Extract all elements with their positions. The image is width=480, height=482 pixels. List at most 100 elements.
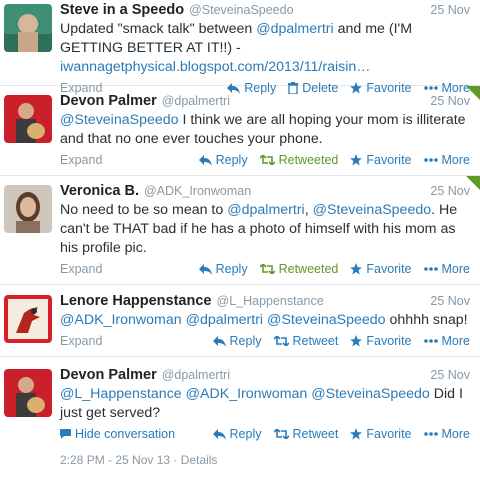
- more-button[interactable]: More: [423, 262, 470, 276]
- favorite-button[interactable]: Favorite: [350, 427, 412, 441]
- expand-link[interactable]: Expand: [60, 153, 102, 167]
- avatar[interactable]: [4, 185, 52, 233]
- author-handle[interactable]: @dpalmertri: [162, 94, 230, 108]
- reply-icon: [198, 263, 212, 275]
- expand-link[interactable]: Expand: [60, 334, 102, 348]
- hide-conversation-link[interactable]: Hide conversation: [60, 427, 175, 441]
- more-label: More: [441, 427, 470, 441]
- tweet-details-timestamp[interactable]: 2:28 PM - 25 Nov 13 · Details: [0, 447, 480, 467]
- mention-link[interactable]: @SteveinaSpeedo: [60, 112, 179, 128]
- timestamp[interactable]: 25 Nov: [430, 184, 470, 198]
- more-label: More: [441, 334, 470, 348]
- retweeted-label: Retweeted: [278, 262, 339, 276]
- reply-label: Reply: [229, 334, 262, 348]
- favorite-button[interactable]: Favorite: [350, 153, 412, 167]
- tweet[interactable]: Lenore Happenstance @L_Happenstance 25 N…: [0, 285, 480, 357]
- reply-button[interactable]: Reply: [212, 427, 262, 441]
- more-dots-icon: [423, 432, 438, 436]
- author-handle[interactable]: @L_Happenstance: [217, 294, 324, 308]
- mention-link[interactable]: @SteveinaSpeedo: [311, 386, 430, 402]
- retweet-icon: [273, 429, 289, 439]
- tweet[interactable]: Veronica B. @ADK_Ironwoman 25 Nov No nee…: [0, 176, 480, 285]
- avatar[interactable]: [4, 95, 52, 143]
- more-dots-icon: [423, 339, 438, 343]
- timestamp[interactable]: 25 Nov: [430, 294, 470, 308]
- tweet[interactable]: Devon Palmer @dpalmertri 25 Nov @L_Happe…: [0, 357, 480, 447]
- expand-link[interactable]: Expand: [60, 262, 102, 276]
- more-dots-icon: [423, 267, 438, 271]
- text: Updated "smack talk" between: [60, 21, 257, 37]
- star-icon: [350, 263, 363, 275]
- reply-button[interactable]: Reply: [198, 262, 248, 276]
- tweet[interactable]: Devon Palmer @dpalmertri 25 Nov @Stevein…: [0, 86, 480, 176]
- retweeted-button[interactable]: Retweeted: [259, 153, 339, 167]
- star-icon: [350, 154, 363, 166]
- retweet-label: Retweet: [292, 427, 339, 441]
- reply-label: Reply: [229, 427, 262, 441]
- star-icon: [350, 428, 363, 440]
- tweet-text: @L_Happenstance @ADK_Ironwoman @Steveina…: [60, 385, 470, 423]
- retweeted-label: Retweeted: [278, 153, 339, 167]
- avatar[interactable]: [4, 4, 52, 52]
- text: ohhhh snap!: [385, 312, 468, 328]
- retweet-button[interactable]: Retweet: [273, 334, 339, 348]
- mention-link[interactable]: @ADK_Ironwoman: [186, 386, 308, 402]
- tweet-text: No need to be so mean to @dpalmertri, @S…: [60, 201, 470, 258]
- mention-link[interactable]: @SteveinaSpeedo: [267, 312, 386, 328]
- mention-link[interactable]: @dpalmertri: [186, 312, 263, 328]
- author-name[interactable]: Steve in a Speedo: [60, 2, 184, 18]
- favorite-label: Favorite: [366, 427, 412, 441]
- author-name[interactable]: Devon Palmer: [60, 367, 157, 383]
- tweet-text: Updated "smack talk" between @dpalmertri…: [60, 20, 470, 77]
- favorite-button[interactable]: Favorite: [350, 334, 412, 348]
- author-handle[interactable]: @ADK_Ironwoman: [144, 184, 251, 198]
- more-label: More: [441, 153, 470, 167]
- more-button[interactable]: More: [423, 153, 470, 167]
- tweet[interactable]: Steve in a Speedo @SteveinaSpeedo 25 Nov…: [0, 0, 480, 95]
- retweeted-corner-badge: [466, 176, 480, 190]
- retweet-icon: [259, 264, 275, 274]
- reply-icon: [212, 335, 226, 347]
- favorite-button[interactable]: Favorite: [350, 262, 412, 276]
- avatar[interactable]: [4, 369, 52, 417]
- tweet-text: @SteveinaSpeedo I think we are all hopin…: [60, 111, 470, 149]
- timestamp[interactable]: 25 Nov: [430, 94, 470, 108]
- url-link[interactable]: iwannagetphysical.blogspot.com/2013/11/r…: [60, 59, 370, 75]
- mention-link[interactable]: @ADK_Ironwoman: [60, 312, 182, 328]
- author-name[interactable]: Devon Palmer: [60, 93, 157, 109]
- reply-button[interactable]: Reply: [198, 153, 248, 167]
- retweet-label: Retweet: [292, 334, 339, 348]
- mention-link[interactable]: @dpalmertri: [256, 21, 333, 37]
- reply-button[interactable]: Reply: [212, 334, 262, 348]
- speech-bubble-icon: [60, 429, 71, 439]
- author-name[interactable]: Veronica B.: [60, 183, 139, 199]
- mention-link[interactable]: @L_Happenstance: [60, 386, 182, 402]
- author-name[interactable]: Lenore Happenstance: [60, 293, 212, 309]
- favorite-label: Favorite: [366, 334, 412, 348]
- star-icon: [350, 335, 363, 347]
- timestamp[interactable]: 25 Nov: [430, 368, 470, 382]
- tweet-text: @ADK_Ironwoman @dpalmertri @SteveinaSpee…: [60, 311, 470, 330]
- reply-icon: [198, 154, 212, 166]
- avatar[interactable]: [4, 295, 52, 343]
- mention-link[interactable]: @SteveinaSpeedo: [313, 202, 432, 218]
- conversation-feed: Steve in a Speedo @SteveinaSpeedo 25 Nov…: [0, 0, 480, 482]
- retweeted-button[interactable]: Retweeted: [259, 262, 339, 276]
- text: No need to be so mean to: [60, 202, 228, 218]
- author-handle[interactable]: @dpalmertri: [162, 368, 230, 382]
- author-handle[interactable]: @SteveinaSpeedo: [189, 3, 293, 17]
- more-label: More: [441, 262, 470, 276]
- mention-link[interactable]: @dpalmertri: [227, 202, 304, 218]
- retweet-button[interactable]: Retweet: [273, 427, 339, 441]
- more-button[interactable]: More: [423, 334, 470, 348]
- reply-icon: [212, 428, 226, 440]
- timestamp[interactable]: 25 Nov: [430, 3, 470, 17]
- reply-label: Reply: [215, 262, 248, 276]
- more-dots-icon: [423, 158, 438, 162]
- reply-label: Reply: [215, 153, 248, 167]
- retweet-icon: [273, 336, 289, 346]
- text: ,: [304, 202, 313, 218]
- more-button[interactable]: More: [423, 427, 470, 441]
- favorite-label: Favorite: [366, 153, 412, 167]
- retweet-icon: [259, 155, 275, 165]
